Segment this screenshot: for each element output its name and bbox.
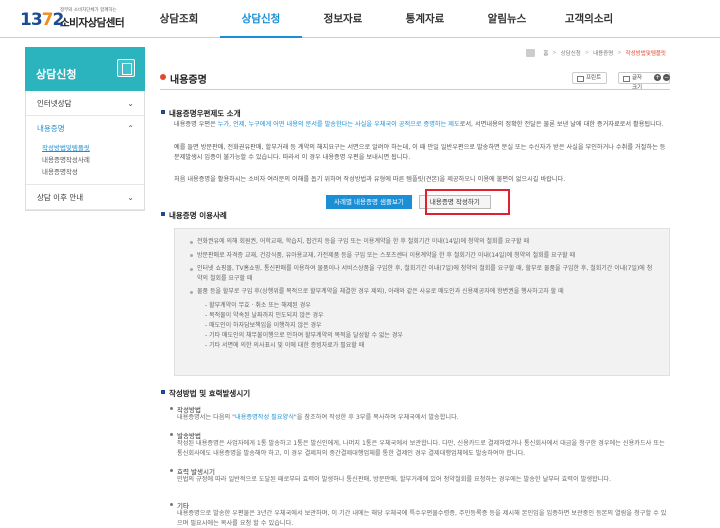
usage-case-item: 물품 등을 할부로 구입 후(상행위를 목적으로 할부계약을 체결한 경우 제외… <box>189 287 655 297</box>
intro-paragraph-3: 처음 내용증명을 활용하시는 소비자 여러분의 이해를 돕기 위하여 작성방법과… <box>174 176 566 183</box>
breadcrumb-certified[interactable]: 내용증명 <box>593 49 613 57</box>
sidebar-item-certified[interactable]: 내용증명 ⌃ <box>26 116 144 141</box>
form-link[interactable]: 내용증명작성 필요양식 <box>235 414 294 421</box>
chevron-up-icon: ⌃ <box>127 124 134 133</box>
sidebar-menu: 인터넷상담 ⌄ 내용증명 ⌃ 작성방법및템플릿 내용증명작성사례 내용증명작성 … <box>25 91 145 211</box>
usage-sub-item: - 매도인이 하자담보책임을 이행하지 않은 경우 <box>205 321 322 329</box>
sidebar-sub-cases[interactable]: 내용증명작성사례 <box>42 154 144 166</box>
global-header: 1372 정부와 소비자단체가 함께하는 소비자상담센터 상담조회 상담신청 정… <box>0 0 720 38</box>
intro-paragraph-2: 예를 들면 방문판매, 전화권유판매, 할부거래 등 계약의 해지요구는 서면으… <box>174 144 666 161</box>
separator-icon: > <box>552 50 557 56</box>
sidebar-sub-template[interactable]: 작성방법및템플릿 <box>42 142 144 154</box>
home-icon[interactable] <box>526 49 536 57</box>
usage-sub-item: - 목적물이 약속된 날짜까지 인도되지 않은 경우 <box>205 311 324 319</box>
sidebar-item-label: 상담 이후 안내 <box>37 193 84 202</box>
intro-p1-pre: 내용증명 우편은 <box>174 121 218 128</box>
breadcrumb-current: 작성방법및템플릿 <box>625 51 666 57</box>
section-heading-method: 작성방법 및 효력발생시기 <box>161 388 250 399</box>
title-divider <box>160 89 670 90</box>
highlight-box <box>425 189 510 215</box>
sidebar-submenu: 작성방법및템플릿 내용증명작성사례 내용증명작성 <box>26 141 144 185</box>
usage-case-item: 인터넷 쇼핑몰, TV홈쇼핑, 통신판매를 이용하여 물품이나 서비스상품을 구… <box>189 264 655 283</box>
usage-sub-item: - 기타 서면에 의한 의사표시 및 이에 대한 증빙자료가 필요할 때 <box>205 341 365 349</box>
page-title: 내용증명 <box>160 71 207 86</box>
usage-sub-item: - 할부계약이 무효 · 취소 또는 해제된 경우 <box>205 301 311 309</box>
sidebar-item-label: 인터넷상담 <box>37 99 72 108</box>
method-write-pre: 내용증명서는 다음의 " <box>177 414 236 421</box>
sidebar-sub-write[interactable]: 내용증명작성 <box>42 166 144 178</box>
font-size-control: 글자크기 + − <box>618 72 670 91</box>
breadcrumb: 홈 > 상담신청 > 내용증명 > 작성방법및템플릿 <box>526 49 670 57</box>
building-icon <box>117 59 135 77</box>
method-etc-text: 내용증명으로 발송한 우편물은 3년간 우체국에서 보관하며, 이 기간 내에는… <box>177 510 667 527</box>
breadcrumb-apply[interactable]: 상담신청 <box>561 49 581 57</box>
section-heading-usage: 내용증명 이용사례 <box>161 210 227 221</box>
chevron-down-icon: ⌄ <box>127 193 134 202</box>
intro-paragraph-1: 내용증명 우편은 누가, 언제, 누구에게 어떤 내용의 문서를 발송한다는 사… <box>174 120 670 130</box>
site-logo[interactable]: 1372 정부와 소비자단체가 함께하는 소비자상담센터 <box>20 6 135 34</box>
sidebar-item-after[interactable]: 상담 이후 안내 ⌄ <box>26 185 144 210</box>
logo-name: 소비자상담센터 <box>60 17 125 29</box>
sidebar-item-internet[interactable]: 인터넷상담 ⌄ <box>26 91 144 116</box>
sidebar: 상담신청 인터넷상담 ⌄ 내용증명 ⌃ 작성방법및템플릿 내용증명작성사례 내용… <box>25 47 145 211</box>
intro-p1-highlight: 누가, 언제, 누구에게 어떤 내용의 문서를 발송한다는 사실을 우체국이 공… <box>217 121 460 128</box>
sidebar-item-label: 내용증명 <box>37 124 65 133</box>
section-heading-intro: 내용증명우편제도 소개 <box>161 108 241 119</box>
nav-inquiry[interactable]: 상담조회 <box>138 0 220 38</box>
nav-stats[interactable]: 통계자료 <box>384 0 466 38</box>
usage-case-box: 전화권유에 의해 회원권, 어학교재, 학습지, 팝간지 등을 구입 또는 이용… <box>174 228 670 376</box>
method-send-text: 작성된 내용증명은 사업자에게 1통 발송하고 1통은 발신인에게, 나머지 1… <box>177 440 665 457</box>
font-increase-icon[interactable]: + <box>654 74 661 81</box>
sidebar-title-text: 상담신청 <box>36 68 77 81</box>
font-decrease-icon[interactable]: − <box>663 74 670 81</box>
nav-info[interactable]: 정보자료 <box>302 0 384 38</box>
method-write-text: 내용증명서는 다음의 "내용증명작성 필요양식"을 참조하여 작성한 후 3부를… <box>177 413 670 423</box>
usage-case-item: 전화권유에 의해 회원권, 어학교재, 학습지, 팝간지 등을 구입 또는 이용… <box>189 237 655 247</box>
method-effect-text: 민법의 규정에 따라 일반적으로 도달된 때로부터 효력이 발생하나 통신판매,… <box>177 476 612 483</box>
usage-case-item: 방문판매로 자격증 교재, 건강식품, 유아용교재, 가전제품 등을 구입 또는… <box>189 251 655 261</box>
method-write-post: "을 참조하여 작성한 후 3부를 복사하여 우체국에서 발송합니다. <box>293 414 459 421</box>
separator-icon: > <box>584 50 590 56</box>
chevron-down-icon: ⌄ <box>127 99 134 108</box>
page-title-row: 내용증명 프린트 글자크기 + − <box>160 71 670 91</box>
breadcrumb-home[interactable]: 홈 <box>543 49 548 57</box>
logo-tagline: 정부와 소비자단체가 함께하는 <box>60 8 117 13</box>
sidebar-title: 상담신청 <box>25 47 145 91</box>
print-label: 프린트 <box>586 75 602 81</box>
logo-number: 1372 <box>20 10 64 30</box>
nav-voice[interactable]: 고객의소리 <box>548 0 630 38</box>
print-button[interactable]: 프린트 <box>572 72 608 84</box>
view-samples-button[interactable]: 사례별 내용증명 샘플보기 <box>326 195 412 209</box>
nav-apply[interactable]: 상담신청 <box>220 0 302 38</box>
intro-p1-post: 로서, 서면내용의 정확한 전달은 물론 보낸 날에 대한 증거자료로서 활용됩… <box>459 121 664 128</box>
usage-sub-item: - 기타 매도인의 채무불이행으로 인하여 할부계약의 목적을 달성할 수 없는… <box>205 331 403 339</box>
global-nav: 상담조회 상담신청 정보자료 통계자료 알림뉴스 고객의소리 <box>138 0 630 38</box>
nav-news[interactable]: 알림뉴스 <box>466 0 548 38</box>
separator-icon: > <box>617 50 622 56</box>
